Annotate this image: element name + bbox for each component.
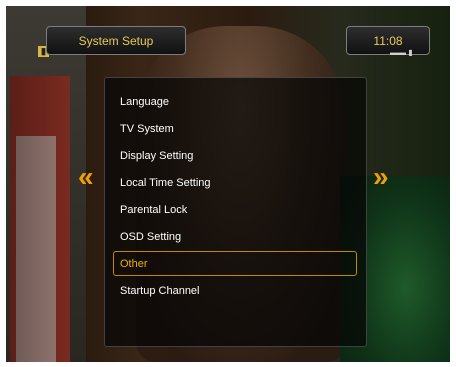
- setup-menu: Language TV System Display Setting Local…: [104, 77, 367, 347]
- clock-time: 11:08: [373, 34, 403, 48]
- menu-item-language[interactable]: Language: [120, 94, 169, 110]
- menu-item-tv-system[interactable]: TV System: [120, 121, 174, 137]
- menu-item-display-setting[interactable]: Display Setting: [120, 148, 193, 164]
- left-double-arrow-icon[interactable]: «: [78, 163, 94, 191]
- tv-logo-icon: ▬▬ ▮: [390, 48, 413, 57]
- selection-highlight: [113, 251, 357, 276]
- title-bar: System Setup: [46, 26, 186, 55]
- menu-item-local-time-setting[interactable]: Local Time Setting: [120, 175, 211, 191]
- right-double-arrow-icon[interactable]: »: [373, 163, 389, 191]
- menu-item-startup-channel[interactable]: Startup Channel: [120, 283, 200, 299]
- menu-item-other[interactable]: Other: [120, 256, 148, 272]
- page-title: System Setup: [78, 34, 154, 48]
- menu-item-parental-lock[interactable]: Parental Lock: [120, 202, 187, 218]
- background-window: [16, 136, 56, 362]
- video-background: ▮ System Setup 11:08 ▬▬ ▮ « » Language T…: [6, 6, 450, 362]
- menu-item-osd-setting[interactable]: OSD Setting: [120, 229, 181, 245]
